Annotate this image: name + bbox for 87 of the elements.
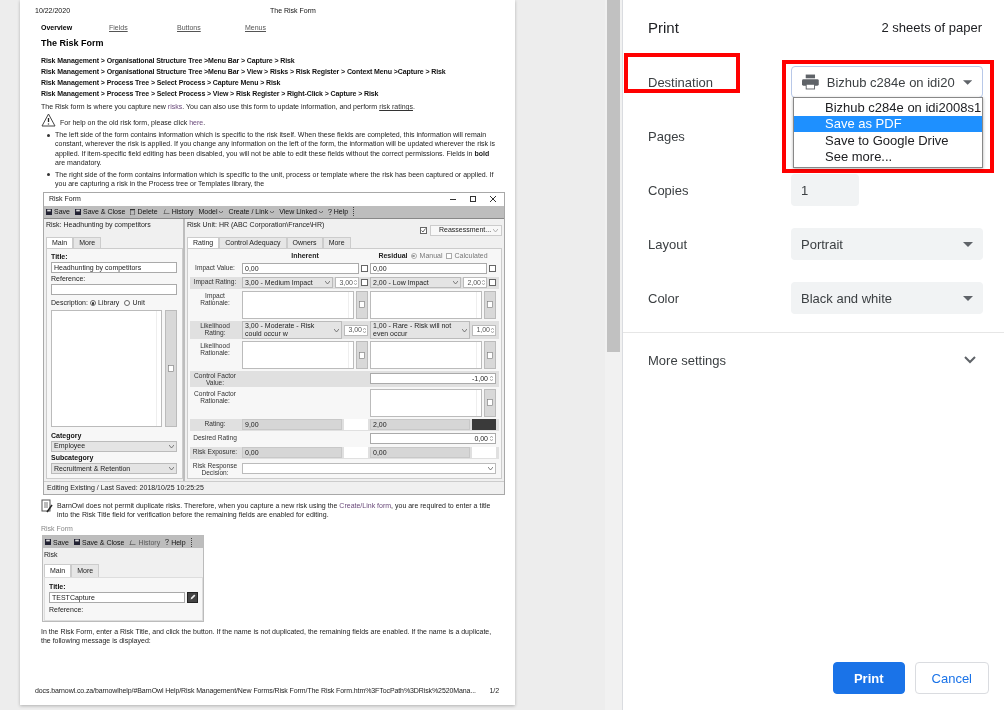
note-icon (41, 499, 53, 514)
side-button[interactable] (356, 290, 368, 319)
document-icon (487, 301, 493, 309)
checkbox[interactable] (489, 279, 496, 287)
warning-icon (41, 113, 56, 128)
checkbox[interactable] (420, 226, 427, 234)
input-field[interactable] (51, 284, 177, 296)
setting-label: Copies (648, 183, 689, 198)
document-icon (359, 351, 365, 359)
document-icon (359, 301, 365, 309)
page-heading: The Risk Form (41, 38, 105, 50)
side-button[interactable] (484, 290, 496, 319)
radio-button[interactable] (124, 300, 131, 307)
save-icon (73, 539, 80, 546)
text-area[interactable] (370, 388, 482, 417)
toolbar-grip (353, 207, 357, 217)
dropdown[interactable] (242, 462, 496, 474)
toolbar-grip (190, 537, 194, 547)
caret-icon (963, 295, 973, 301)
help-icon (165, 539, 170, 546)
checkbox[interactable] (489, 265, 496, 273)
setting-label: Color (648, 291, 680, 306)
print-button[interactable]: Print (832, 662, 905, 694)
cancel-button[interactable]: Cancel (914, 662, 989, 694)
radio-button[interactable] (89, 300, 96, 307)
bullet-dot (47, 133, 50, 137)
caret-icon (963, 241, 973, 247)
checkbox[interactable] (361, 265, 368, 273)
caret-icon (334, 328, 339, 332)
caret-icon (962, 79, 972, 85)
text-area[interactable] (242, 290, 354, 319)
caret-icon (219, 210, 224, 214)
printer-icon (802, 74, 819, 90)
blank-field (344, 419, 368, 431)
side-button[interactable] (165, 310, 177, 427)
document-icon (487, 399, 493, 407)
caret-icon (453, 281, 458, 285)
setting-label: Destination (648, 75, 714, 90)
caret-icon (493, 228, 498, 232)
caret-icon (318, 210, 323, 214)
spinner-icon (491, 326, 494, 334)
blank-field (472, 447, 496, 459)
scrollbar-thumb[interactable] (607, 0, 620, 352)
text-area[interactable] (242, 341, 354, 370)
spinner-icon (363, 326, 366, 334)
select-field[interactable]: Portrait (791, 228, 983, 260)
caret-icon (462, 328, 467, 332)
caret-icon (270, 210, 275, 214)
spinner-icon (482, 279, 485, 287)
caret-icon (169, 467, 174, 471)
more-settings-toggle[interactable]: More settings (623, 333, 1004, 387)
blank-field (344, 447, 368, 459)
edit-icon (189, 594, 196, 601)
edit-button[interactable] (187, 591, 198, 603)
save-icon (46, 208, 52, 215)
trash-icon (130, 208, 136, 215)
minimize-icon[interactable] (450, 198, 456, 200)
select-field[interactable]: Black and white (791, 282, 983, 314)
destination-select[interactable]: Bizhub c284e on idi20 (791, 66, 983, 98)
sheet-count: 2 sheets of paper (881, 20, 982, 35)
save-icon (45, 539, 51, 546)
bullet-dot (47, 173, 50, 177)
radio-button[interactable] (410, 252, 417, 259)
menu-option[interactable]: Save to Google Drive (794, 132, 982, 149)
spinner-icon (490, 375, 493, 383)
checkbox[interactable] (361, 279, 368, 287)
caret-icon (169, 445, 174, 448)
document-icon (487, 351, 493, 359)
spinner-icon (354, 279, 357, 287)
menu-option[interactable]: Bizhub c284e on idi2008s1 (794, 99, 982, 116)
copies-field[interactable]: 1 (791, 174, 859, 206)
panel-title: Print (648, 19, 679, 36)
setting-label: Layout (648, 237, 688, 252)
setting-label: Pages (648, 129, 685, 144)
side-button[interactable] (356, 341, 368, 370)
side-button[interactable] (484, 341, 496, 370)
text-area[interactable] (370, 341, 482, 370)
side-button[interactable] (484, 388, 496, 417)
spinner-icon (490, 435, 493, 443)
checkbox[interactable] (445, 252, 452, 259)
close-icon[interactable] (490, 196, 496, 203)
maximize-icon[interactable] (470, 196, 476, 203)
help-icon (327, 208, 332, 215)
caret-icon (325, 281, 330, 285)
caret-icon (488, 466, 493, 470)
save-icon (74, 208, 81, 215)
document-icon (168, 365, 174, 373)
